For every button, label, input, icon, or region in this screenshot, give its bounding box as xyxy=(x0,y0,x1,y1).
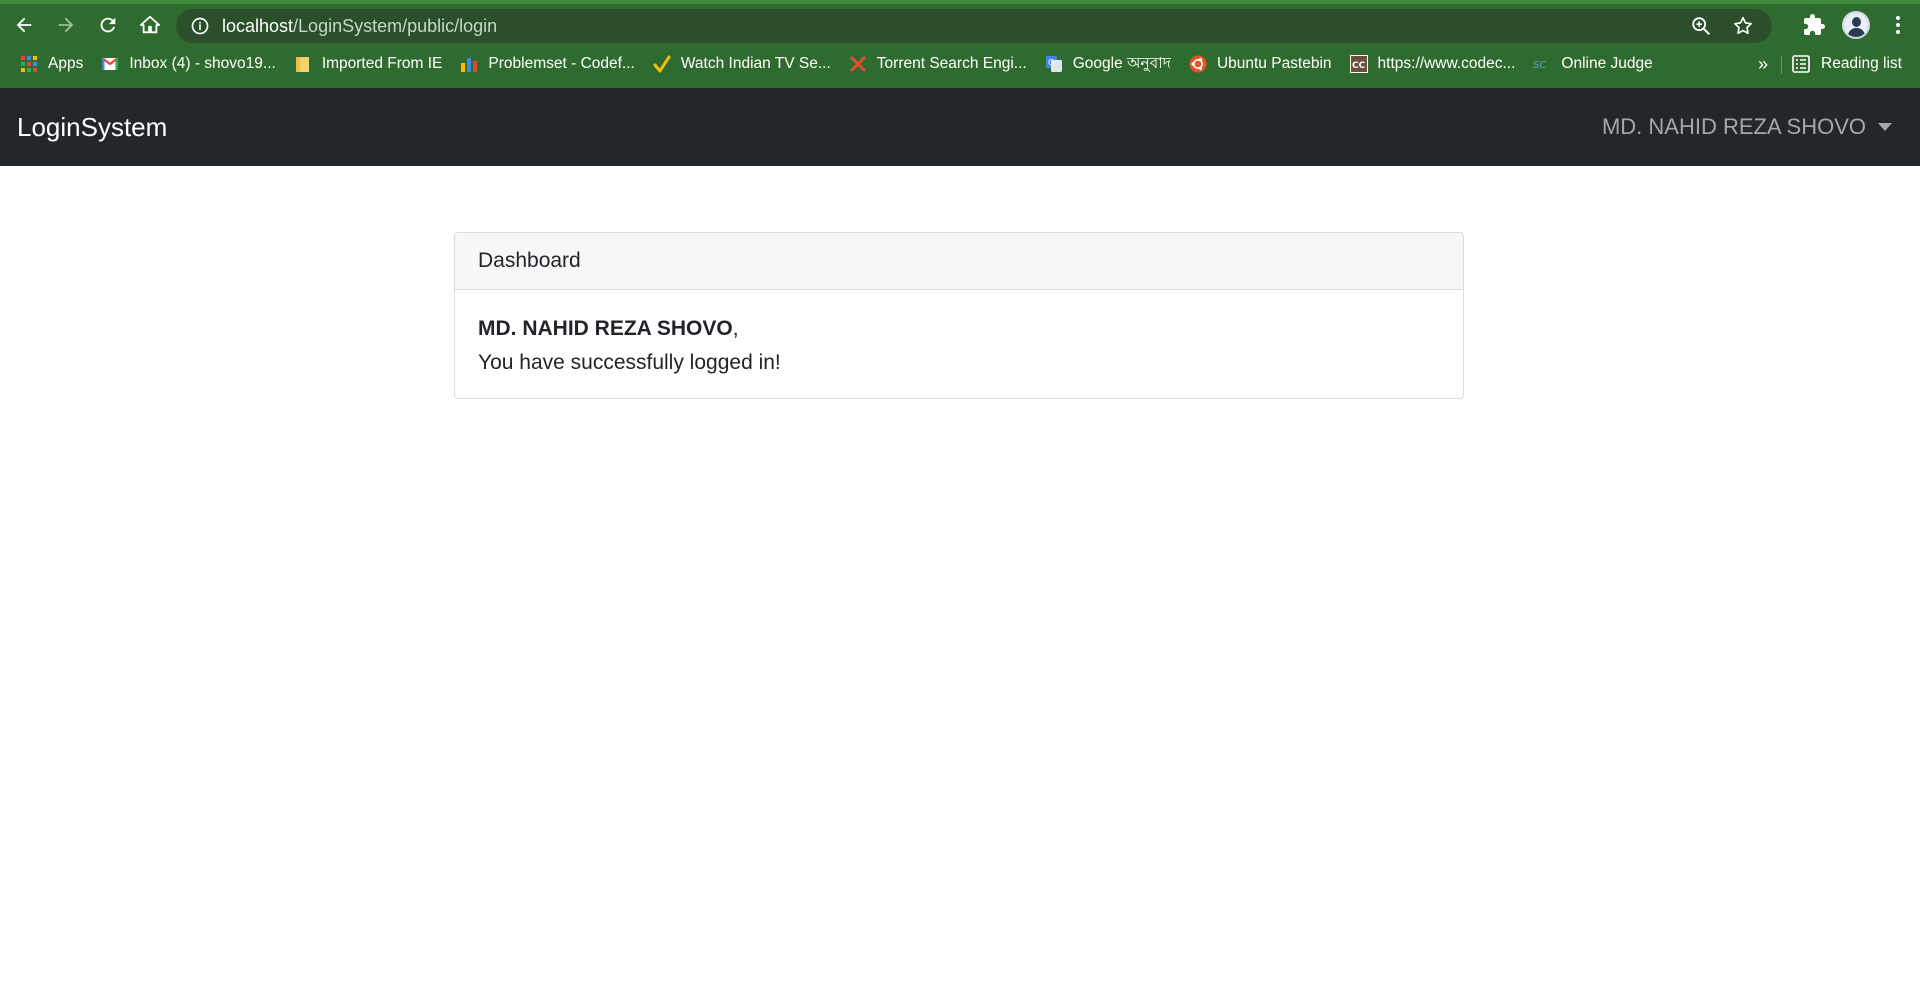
apps-grid-icon xyxy=(21,56,37,72)
bookmark-label: Apps xyxy=(48,55,84,72)
folder-icon xyxy=(295,57,309,72)
bookmark-star-icon[interactable] xyxy=(1732,15,1754,37)
user-dropdown-toggle[interactable]: MD. NAHID REZA SHOVO xyxy=(1602,88,1892,166)
checkmark-icon xyxy=(653,55,671,73)
kebab-menu-icon[interactable] xyxy=(1886,13,1910,37)
arrow-right-icon xyxy=(58,17,74,33)
bookmark-watch-indian-tv[interactable]: Watch Indian TV Se... xyxy=(653,46,831,82)
app-navbar: LoginSystem MD. NAHID REZA SHOVO xyxy=(0,88,1920,166)
bookmark-problemset[interactable]: Problemset - Codef... xyxy=(460,46,635,82)
bookmark-label: Ubuntu Pastebin xyxy=(1216,55,1332,72)
reading-list-icon xyxy=(1792,55,1810,73)
bookmark-online-judge[interactable]: SC Online Judge xyxy=(1533,46,1652,82)
codeforces-icon xyxy=(461,58,478,72)
forward-button[interactable] xyxy=(48,7,84,43)
back-button[interactable] xyxy=(6,7,42,43)
bookmark-label: Online Judge xyxy=(1561,55,1653,72)
reading-list-label: Reading list xyxy=(1821,55,1902,72)
profile-avatar[interactable] xyxy=(1842,11,1870,39)
bookmark-inbox[interactable]: Inbox (4) - shovo19... xyxy=(101,46,276,82)
browser-chrome: localhost/LoginSystem/public/login Apps … xyxy=(0,0,1920,88)
gmail-icon xyxy=(101,57,120,70)
home-icon xyxy=(139,15,161,34)
info-icon[interactable] xyxy=(190,16,210,36)
reading-list-button[interactable]: Reading list xyxy=(1791,46,1902,82)
bookmark-apps[interactable]: Apps xyxy=(20,46,83,82)
x-icon xyxy=(850,56,866,72)
card-header: Dashboard xyxy=(455,233,1463,290)
svg-text:G: G xyxy=(1048,58,1054,67)
reload-icon xyxy=(100,17,116,33)
google-translate-icon: G xyxy=(1045,56,1062,72)
home-button[interactable] xyxy=(132,7,168,43)
zoom-icon[interactable] xyxy=(1690,15,1712,37)
bookmark-label: Problemset - Codef... xyxy=(488,55,635,72)
address-bar[interactable]: localhost/LoginSystem/public/login xyxy=(176,9,1772,43)
arrow-left-icon xyxy=(16,17,32,33)
bookmark-label: Google অনুবাদ xyxy=(1072,55,1171,72)
bookmark-imported-from-ie[interactable]: Imported From IE xyxy=(294,46,443,82)
bookmarks-bar: Apps Inbox (4) - shovo19... Imported Fro… xyxy=(0,46,1920,82)
card-body: MD. NAHID REZA SHOVO, You have successfu… xyxy=(455,290,1463,402)
bookmark-label: Torrent Search Engi... xyxy=(876,55,1027,72)
sc-icon: SC xyxy=(1533,60,1546,71)
url-host: localhost xyxy=(222,15,294,36)
reload-button[interactable] xyxy=(90,7,126,43)
bookmark-codechef[interactable]: CC https://www.codec... xyxy=(1349,46,1516,82)
ubuntu-icon xyxy=(1189,55,1207,73)
bookmark-label: Imported From IE xyxy=(321,55,443,72)
extensions-icon[interactable] xyxy=(1802,13,1826,37)
bookmark-label: https://www.codec... xyxy=(1377,55,1516,72)
codechef-icon: CC xyxy=(1349,55,1368,73)
address-bar-actions xyxy=(1690,9,1754,43)
greeting-comma: , xyxy=(732,317,739,340)
svg-text:CC: CC xyxy=(1352,61,1366,71)
url-text[interactable]: localhost/LoginSystem/public/login xyxy=(222,16,497,37)
greeting-user-name: MD. NAHID REZA SHOVO xyxy=(478,317,733,340)
brand-link[interactable]: LoginSystem xyxy=(17,88,167,166)
dashboard-card: Dashboard MD. NAHID REZA SHOVO, You have… xyxy=(454,232,1464,399)
success-message: You have successfully logged in! xyxy=(478,351,781,374)
bookmarks-divider xyxy=(1781,56,1782,74)
greeting-line: MD. NAHID REZA SHOVO, xyxy=(478,312,1440,346)
bookmark-google-translate[interactable]: G Google অনুবাদ xyxy=(1045,46,1171,82)
bookmark-label: Inbox (4) - shovo19... xyxy=(129,55,276,72)
bookmark-ubuntu-pastebin[interactable]: Ubuntu Pastebin xyxy=(1189,46,1332,82)
url-path: /LoginSystem/public/login xyxy=(293,15,498,36)
more-bookmarks-button[interactable]: » xyxy=(1758,46,1768,82)
bookmark-label: Watch Indian TV Se... xyxy=(680,55,831,72)
bookmark-torrent-search[interactable]: Torrent Search Engi... xyxy=(849,46,1027,82)
svg-text:SC: SC xyxy=(1533,60,1546,71)
caret-down-icon xyxy=(1878,123,1892,131)
toolbar-right xyxy=(1802,8,1910,42)
user-name: MD. NAHID REZA SHOVO xyxy=(1601,114,1866,139)
browser-toolbar: localhost/LoginSystem/public/login xyxy=(0,4,1920,46)
